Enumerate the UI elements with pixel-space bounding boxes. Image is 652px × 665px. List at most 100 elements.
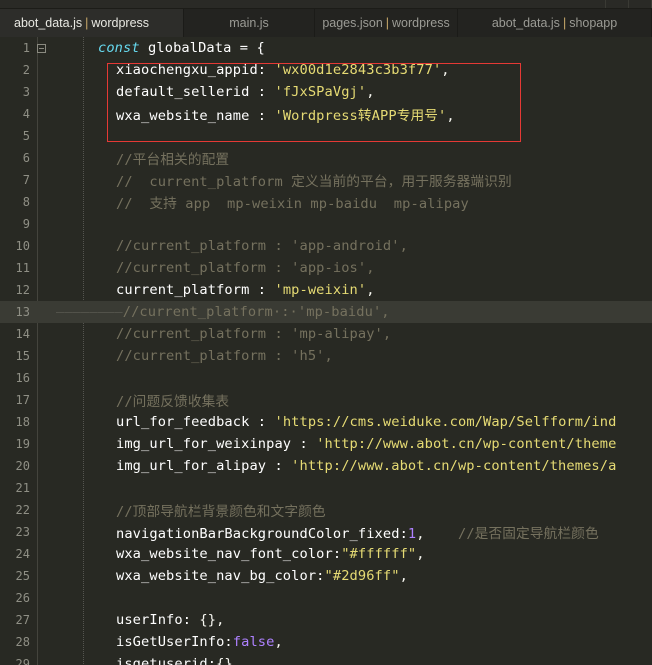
tab-project-name: shopapp [569, 16, 618, 30]
token-comment: //current_platform : 'app-android', [116, 238, 408, 254]
token-comment: //current_platform : 'h5', [116, 348, 333, 364]
token-property: isGetUserInfo: [116, 634, 233, 650]
code-content: // current_platform 定义当前的平台，用于服务器端识别 [48, 170, 652, 190]
code-content: //current_platform : 'app-android', [48, 238, 652, 254]
token-comment: //current_platform : 'app-ios', [116, 260, 375, 276]
code-content: //问题反馈收集表 [48, 390, 652, 410]
code-line: 28 isGetUserInfo:false, [0, 631, 652, 653]
code-line: 9 [0, 213, 652, 235]
token-number: 1 [407, 526, 417, 542]
code-line: 17 //问题反馈收集表 [0, 389, 652, 411]
token-property: isgetuserid: [116, 656, 217, 665]
tab-project-name: wordpress [392, 16, 450, 30]
code-content: //current_platform : 'app-ios', [48, 260, 652, 276]
code-content: userInfo: {}, [48, 612, 652, 628]
line-number: 18 [15, 415, 30, 429]
line-number: 10 [15, 239, 30, 253]
code-editor-area[interactable]: 1 const globalData = { 2 xiaochengxu_app… [0, 37, 652, 665]
tab-project-name: wordpress [91, 16, 150, 30]
tab-pages-json-wordpress[interactable]: pages.json | wordpress [315, 9, 458, 37]
token-comma: , [416, 546, 425, 562]
token-property: navigationBarBackgroundColor_fixed: [116, 526, 408, 542]
token-comment: //是否固定导航栏颜色 [457, 526, 599, 542]
line-number: 6 [22, 151, 30, 165]
token-string: 'http://www.abot.cn/wp-content/themes/a [291, 458, 617, 474]
token-comma: , [366, 84, 375, 100]
token-comma: , [446, 108, 455, 124]
code-line: 27 userInfo: {}, [0, 609, 652, 631]
tab-separator: | [385, 16, 390, 30]
token-identifier: globalData = { [139, 40, 265, 56]
token-comment: // current_platform 定义当前的平台，用于服务器端识别 [116, 174, 512, 190]
code-line: 6 //平台相关的配置 [0, 147, 652, 169]
code-content: //current_platform : 'mp-alipay', [48, 326, 652, 342]
line-number: 28 [15, 635, 30, 649]
token-property: default_sellerid : [116, 84, 267, 100]
line-number: 16 [15, 371, 30, 385]
whitespace-indicator: ———————— [56, 304, 123, 320]
token-color-value-white: "#ffffff" [341, 546, 417, 562]
line-number: 17 [15, 393, 30, 407]
line-number: 5 [22, 129, 30, 143]
code-content: //顶部导航栏背景颜色和文字颜色 [48, 500, 652, 520]
token-property: url_for_feedback : [116, 414, 267, 430]
line-number: 4 [22, 107, 30, 121]
code-content: wxa_website_name : 'Wordpress转APP专用号', [48, 104, 652, 124]
tab-separator: | [562, 16, 567, 30]
line-number: 8 [22, 195, 30, 209]
code-content: //平台相关的配置 [48, 148, 652, 168]
code-line: 8 // 支持 app mp-weixin mp-baidu mp-alipay [0, 191, 652, 213]
line-number: 7 [22, 173, 30, 187]
token-comma: , [232, 656, 242, 665]
line-number: 15 [15, 349, 30, 363]
code-content: // 支持 app mp-weixin mp-baidu mp-alipay [48, 192, 652, 212]
code-line-list: 1 const globalData = { 2 xiaochengxu_app… [0, 37, 652, 665]
line-number: 20 [15, 459, 30, 473]
token-property: wxa_website_name : [116, 108, 267, 124]
code-content: ————————//current_platform·:·'mp-baidu', [48, 304, 652, 320]
code-content: img_url_for_weixinpay : 'http://www.abot… [48, 436, 652, 452]
code-line: 16 [0, 367, 652, 389]
code-content: navigationBarBackgroundColor_fixed:1, //… [48, 522, 652, 542]
token-color-value-blue: "#2d96ff" [324, 568, 400, 584]
code-line: 22 //顶部导航栏背景颜色和文字颜色 [0, 499, 652, 521]
line-number: 26 [15, 591, 30, 605]
code-line: 10 //current_platform : 'app-android', [0, 235, 652, 257]
token-comment: //current_platform·:·'mp-baidu', [122, 304, 390, 320]
token-string: 'wx00d1e2843c3b3f77' [274, 62, 442, 78]
line-number: 22 [15, 503, 30, 517]
editor-tab-bar: abot_data.js | wordpress main.js pages.j… [0, 9, 652, 37]
code-content: isgetuserid:{}, [48, 656, 652, 665]
tab-file-name: abot_data.js [14, 16, 83, 30]
line-number: 13 [15, 305, 30, 319]
line-number: 14 [15, 327, 30, 341]
line-number: 1 [22, 41, 30, 55]
line-number: 2 [22, 63, 30, 77]
code-content: xiaochengxu_appid: 'wx00d1e2843c3b3f77', [48, 62, 652, 78]
fold-toggle-icon[interactable] [34, 43, 48, 53]
token-string: 'fJxSPaVgj' [274, 84, 367, 100]
token-comma: , [416, 526, 425, 542]
token-property: xiaochengxu_appid: [116, 62, 267, 78]
tab-abot-data-js-wordpress[interactable]: abot_data.js | wordpress [0, 9, 184, 37]
line-number: 12 [15, 283, 30, 297]
code-line: 19 img_url_for_weixinpay : 'http://www.a… [0, 433, 652, 455]
token-property: current_platform : [116, 282, 267, 298]
code-line: 24 wxa_website_nav_font_color:"#ffffff", [0, 543, 652, 565]
code-content: img_url_for_alipay : 'http://www.abot.cn… [48, 458, 652, 474]
tab-main-js[interactable]: main.js [184, 9, 315, 37]
code-line: 3 default_sellerid : 'fJxSPaVgj', [0, 81, 652, 103]
code-content: current_platform : 'mp-weixin', [48, 282, 652, 298]
token-string: 'Wordpress转APP专用号' [274, 108, 447, 124]
token-comment: //问题反馈收集表 [116, 394, 230, 410]
token-object-literal: {} [216, 656, 233, 665]
token-comma: , [399, 568, 408, 584]
line-number: 29 [15, 657, 30, 665]
line-number: 25 [15, 569, 30, 583]
line-number: 19 [15, 437, 30, 451]
tab-abot-data-js-shopapp[interactable]: abot_data.js | shopapp [458, 9, 652, 37]
code-line: 23 navigationBarBackgroundColor_fixed:1,… [0, 521, 652, 543]
code-line: 11 //current_platform : 'app-ios', [0, 257, 652, 279]
token-string: 'mp-weixin' [274, 282, 367, 298]
code-content: url_for_feedback : 'https://cms.weiduke.… [48, 414, 652, 430]
